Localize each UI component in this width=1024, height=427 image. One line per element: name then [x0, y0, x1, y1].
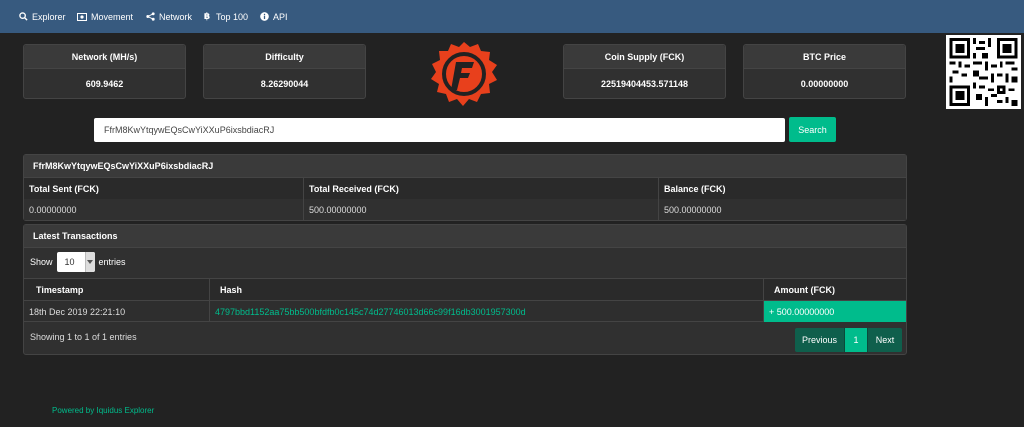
stat-btc-price: BTC Price 0.00000000 [743, 44, 906, 99]
page-size-select[interactable]: 10 [56, 252, 95, 272]
page-1-button[interactable]: 1 [845, 328, 868, 352]
header-hash[interactable]: Hash [209, 279, 763, 300]
show-label: Show [30, 257, 53, 267]
tx-hash-link[interactable]: 4797bbd1152aa75bb500bfdfb0c145c74d277460… [209, 301, 763, 322]
tx-timestamp: 18th Dec 2019 22:21:10 [29, 306, 126, 317]
qr-code [946, 35, 1021, 109]
money-icon [77, 12, 87, 22]
footer-link[interactable]: Powered by Iquidus Explorer [52, 406, 154, 415]
stat-label: Difficulty [204, 45, 365, 69]
address-summary-panel: FfrM8KwYtqywEQsCwYiXXuP6ixsbdiacRJ Total… [23, 154, 907, 221]
nav-item-label: Network [159, 11, 193, 22]
chevron-down-icon [84, 252, 95, 272]
search-input[interactable] [94, 118, 785, 142]
navbar: Explorer Movement Network ฿ Top 100 API [0, 0, 1024, 33]
stat-coin-supply: Coin Supply (FCK) 22519404453.571148 [563, 44, 726, 99]
stat-value: 22519404453.571148 [600, 79, 689, 89]
total-received-value: 500.00000000 [303, 199, 658, 220]
address-title: FfrM8KwYtqywEQsCwYiXXuP6ixsbdiacRJ [24, 155, 906, 178]
stat-label: BTC Price [744, 45, 905, 69]
stat-label: Coin Supply (FCK) [564, 45, 725, 69]
table-header-row: Total Sent (FCK) Total Received (FCK) Ba… [24, 178, 906, 199]
share-icon [145, 12, 155, 22]
total-sent-value: 0.00000000 [29, 204, 77, 215]
header-amount[interactable]: Amount (FCK) [763, 279, 906, 300]
table-row: 18th Dec 2019 22:21:10 4797bbd1152aa75bb… [24, 301, 906, 322]
header-timestamp[interactable]: Timestamp [24, 279, 209, 300]
latest-transactions-panel: Latest Transactions Show 10 entries Time… [23, 224, 907, 355]
search-button[interactable]: Search [789, 117, 836, 142]
previous-page-button[interactable]: Previous [795, 328, 845, 352]
header-balance: Balance (FCK) [658, 178, 906, 199]
search-icon [18, 12, 28, 22]
nav-item-label: Movement [91, 11, 134, 22]
stat-value: 609.9462 [85, 79, 124, 89]
transactions-title: Latest Transactions [24, 225, 906, 248]
logo[interactable] [426, 38, 502, 110]
page-size-control: Show 10 entries [30, 252, 126, 272]
nav-item-api[interactable]: API [259, 0, 288, 33]
pagination: Previous 1 Next [795, 328, 902, 352]
entries-label: entries [98, 257, 126, 267]
tx-amount: + 500.00000000 [763, 301, 906, 322]
table-info: Showing 1 to 1 of 1 entries [30, 332, 137, 342]
nav-item-network[interactable]: Network [145, 0, 192, 33]
table-row: 0.00000000 500.00000000 500.00000000 [24, 199, 906, 220]
stat-value: 0.00000000 [800, 79, 849, 89]
bitcoin-icon: ฿ [203, 11, 211, 21]
stat-network: Network (MH/s) 609.9462 [23, 44, 186, 99]
nav-item-top100[interactable]: ฿ Top 100 [202, 0, 248, 33]
nav-item-label: Top 100 [216, 11, 249, 22]
header-total-received: Total Received (FCK) [303, 178, 658, 199]
table-header-row: Timestamp Hash Amount (FCK) [24, 278, 906, 301]
nav-item-label: Explorer [32, 11, 66, 22]
nav-item-explorer[interactable]: Explorer [18, 0, 66, 33]
next-page-button[interactable]: Next [868, 328, 902, 352]
info-icon [259, 12, 269, 22]
stat-label: Network (MH/s) [24, 45, 185, 69]
header-total-sent: Total Sent (FCK) [29, 183, 99, 194]
page-size-value: 10 [64, 257, 75, 267]
balance-value: 500.00000000 [658, 199, 906, 220]
nav-item-label: API [273, 11, 288, 22]
nav-item-movement[interactable]: Movement [77, 0, 133, 33]
stat-difficulty: Difficulty 8.26290044 [203, 44, 366, 99]
stat-value: 8.26290044 [260, 79, 309, 89]
